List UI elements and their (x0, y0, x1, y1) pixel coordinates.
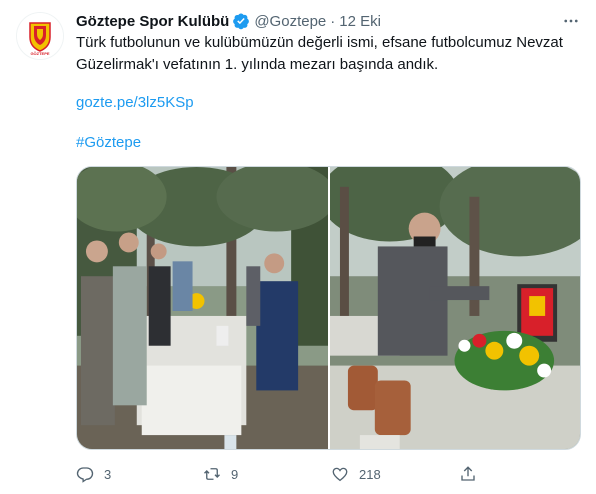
reply-count: 3 (104, 466, 112, 482)
tweet-timestamp[interactable]: 12 Eki (339, 13, 381, 30)
retweet-icon (204, 468, 220, 480)
author-handle[interactable]: @Goztepe (254, 13, 326, 30)
tweet-hashtag[interactable]: #Göztepe (76, 132, 141, 154)
media-photo-left[interactable] (77, 167, 328, 449)
media-photo-right[interactable] (330, 167, 580, 449)
tweet-link[interactable]: gozte.pe/3lz5KSp (76, 92, 194, 114)
tweet-actions: 3 9 218 (76, 460, 477, 488)
tweet-media[interactable] (76, 166, 581, 450)
retweet-count: 9 (231, 466, 239, 482)
svg-text:GÖZTEPE: GÖZTEPE (30, 51, 49, 56)
reply-icon (76, 467, 94, 483)
share-icon (461, 466, 475, 481)
separator-dot: · (330, 12, 336, 30)
goztepe-logo-icon: GÖZTEPE (17, 13, 63, 59)
verified-badge-icon (232, 12, 250, 30)
tweet-text: Türk futbolunun ve kulübümüzün değerli i… (76, 34, 563, 73)
author-name[interactable]: Göztepe Spor Kulübü (76, 13, 229, 30)
more-options-icon[interactable] (560, 10, 582, 32)
like-count: 218 (359, 466, 381, 482)
heart-icon (332, 467, 348, 482)
reply-button[interactable]: 3 (76, 465, 203, 483)
share-button[interactable] (459, 465, 477, 483)
like-button[interactable]: 218 (331, 465, 459, 483)
tweet-header: Göztepe Spor Kulübü @Goztepe · 12 Eki (76, 10, 580, 32)
profile-avatar[interactable]: GÖZTEPE (16, 12, 64, 60)
retweet-button[interactable]: 9 (203, 465, 331, 483)
